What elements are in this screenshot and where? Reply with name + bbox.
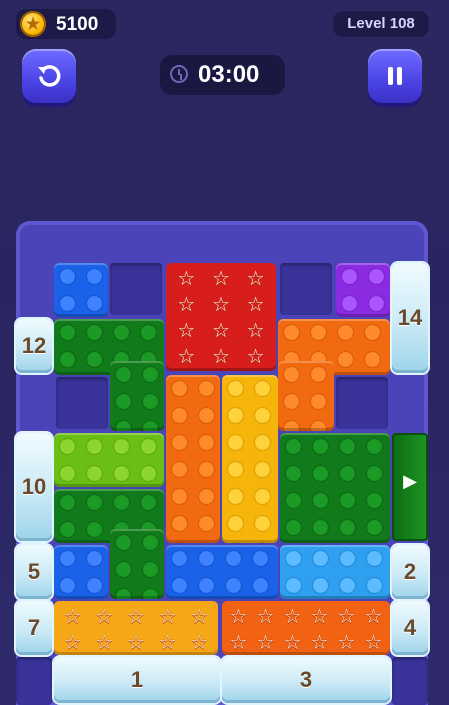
star-icon: ☆ bbox=[177, 346, 196, 368]
star-icon: ☆ bbox=[177, 294, 196, 316]
star-icon: ☆ bbox=[310, 606, 329, 628]
clock-icon bbox=[170, 65, 188, 83]
star-icon: ☆ bbox=[127, 606, 145, 628]
star-icon: ☆ bbox=[256, 606, 275, 628]
star-icon: ☆ bbox=[246, 346, 265, 368]
ice-counter-value: 3 bbox=[299, 667, 313, 692]
yellow-vertical-block[interactable] bbox=[222, 375, 278, 543]
ice-counter-4: 4 bbox=[392, 601, 428, 655]
purple-block[interactable] bbox=[336, 263, 390, 317]
star-icon: ☆ bbox=[190, 632, 209, 654]
star-icon: ☆ bbox=[212, 294, 230, 316]
dark-green-block[interactable] bbox=[280, 433, 390, 543]
star-icon: ☆ bbox=[256, 632, 275, 654]
ice-counter-12: 12 bbox=[16, 319, 52, 373]
star-icon: ☆ bbox=[246, 268, 265, 290]
star-icon: ☆ bbox=[337, 606, 356, 628]
coin-counter: 5100 bbox=[16, 9, 116, 39]
pause-button[interactable] bbox=[368, 49, 422, 103]
level-label: Level 108 bbox=[333, 11, 429, 37]
ice-counter-5: 5 bbox=[16, 545, 52, 599]
ice-counter-7: 7 bbox=[16, 601, 52, 655]
sky-blue-block[interactable] bbox=[280, 545, 390, 599]
dark-green-block[interactable] bbox=[110, 529, 164, 599]
exit-gate: ▶ bbox=[392, 433, 428, 541]
ice-counter-value: 10 bbox=[21, 474, 47, 499]
star-icon: ☆ bbox=[229, 632, 248, 654]
star-icon: ☆ bbox=[364, 632, 383, 654]
ice-counter-14: 14 bbox=[392, 263, 428, 373]
game-board: ☆☆☆☆ ☆☆☆☆ ☆☆☆☆ ☆☆☆☆ ▶ ☆☆☆☆☆☆ ☆☆☆☆☆☆ ☆☆☆☆… bbox=[16, 221, 428, 705]
star-icon: ☆ bbox=[310, 632, 329, 654]
restart-icon bbox=[38, 65, 61, 87]
ice-counter-value: 14 bbox=[397, 305, 423, 330]
pause-icon bbox=[388, 67, 402, 85]
star-icon: ☆ bbox=[337, 632, 356, 654]
ice-counter-value: 1 bbox=[130, 667, 144, 692]
ice-counter-3: 3 bbox=[222, 657, 390, 703]
star-icon: ☆ bbox=[190, 606, 209, 628]
empty-cell bbox=[110, 263, 162, 315]
yellow-star-block[interactable]: ☆☆☆☆☆☆ ☆☆☆☆☆☆ bbox=[54, 601, 218, 655]
star-icon: ☆ bbox=[63, 606, 82, 628]
star-icon: ☆ bbox=[177, 268, 196, 290]
restart-button[interactable] bbox=[22, 49, 76, 103]
star-icon: ☆ bbox=[95, 632, 114, 654]
ice-counter-value: 2 bbox=[403, 559, 417, 584]
ice-counter-value: 12 bbox=[21, 333, 47, 358]
star-icon: ☆ bbox=[246, 320, 265, 342]
star-icon: ☆ bbox=[158, 606, 177, 628]
timer-value: 03:00 bbox=[198, 61, 260, 88]
star-icon: ☆ bbox=[212, 268, 230, 290]
timer: 03:00 bbox=[160, 55, 285, 95]
ice-counter-value: 4 bbox=[403, 615, 417, 640]
orange-star-block[interactable]: ☆ ☆ ☆ ☆ ☆ ☆ ☆ ☆ ☆ ☆ ☆ ☆ bbox=[222, 601, 390, 655]
star-icon: ☆ bbox=[63, 632, 82, 654]
orange-block[interactable] bbox=[278, 361, 334, 431]
star-icon: ☆ bbox=[127, 632, 145, 654]
star-icon: ☆ bbox=[212, 320, 230, 342]
ice-counter-10: 10 bbox=[16, 433, 52, 541]
star-icon: ☆ bbox=[246, 294, 265, 316]
blue-long-block[interactable] bbox=[166, 545, 278, 599]
star-icon: ☆ bbox=[207, 370, 234, 371]
ice-counter-1: 1 bbox=[54, 657, 220, 703]
empty-cell bbox=[280, 263, 332, 315]
star-icon: ☆ bbox=[283, 606, 302, 628]
star-icon: ☆ bbox=[229, 606, 248, 628]
empty-cell bbox=[56, 377, 108, 429]
red-star-block[interactable]: ☆☆☆☆ ☆☆☆☆ ☆☆☆☆ ☆☆☆☆ bbox=[166, 263, 276, 371]
empty-cell bbox=[392, 657, 428, 705]
coin-value: 5100 bbox=[56, 14, 99, 35]
star-icon: ☆ bbox=[212, 346, 230, 368]
ice-counter-2: 2 bbox=[392, 545, 428, 599]
star-icon: ☆ bbox=[177, 320, 196, 342]
light-green-block[interactable] bbox=[54, 433, 164, 487]
empty-cell bbox=[16, 657, 52, 705]
star-icon: ☆ bbox=[158, 632, 177, 654]
arrow-right-icon: ▶ bbox=[403, 471, 417, 491]
blue-block[interactable] bbox=[54, 263, 108, 317]
orange-vertical-block[interactable] bbox=[166, 375, 220, 543]
star-icon: ☆ bbox=[242, 370, 269, 371]
star-icon: ☆ bbox=[283, 632, 302, 654]
ice-counter-value: 7 bbox=[27, 615, 41, 640]
dark-green-block[interactable] bbox=[110, 361, 164, 431]
empty-cell bbox=[336, 377, 388, 429]
blue-block[interactable] bbox=[54, 545, 108, 599]
star-icon: ☆ bbox=[173, 370, 200, 371]
star-icon: ☆ bbox=[95, 606, 114, 628]
ice-counter-value: 5 bbox=[27, 559, 41, 584]
star-icon: ☆ bbox=[364, 606, 383, 628]
coin-icon bbox=[20, 11, 46, 37]
